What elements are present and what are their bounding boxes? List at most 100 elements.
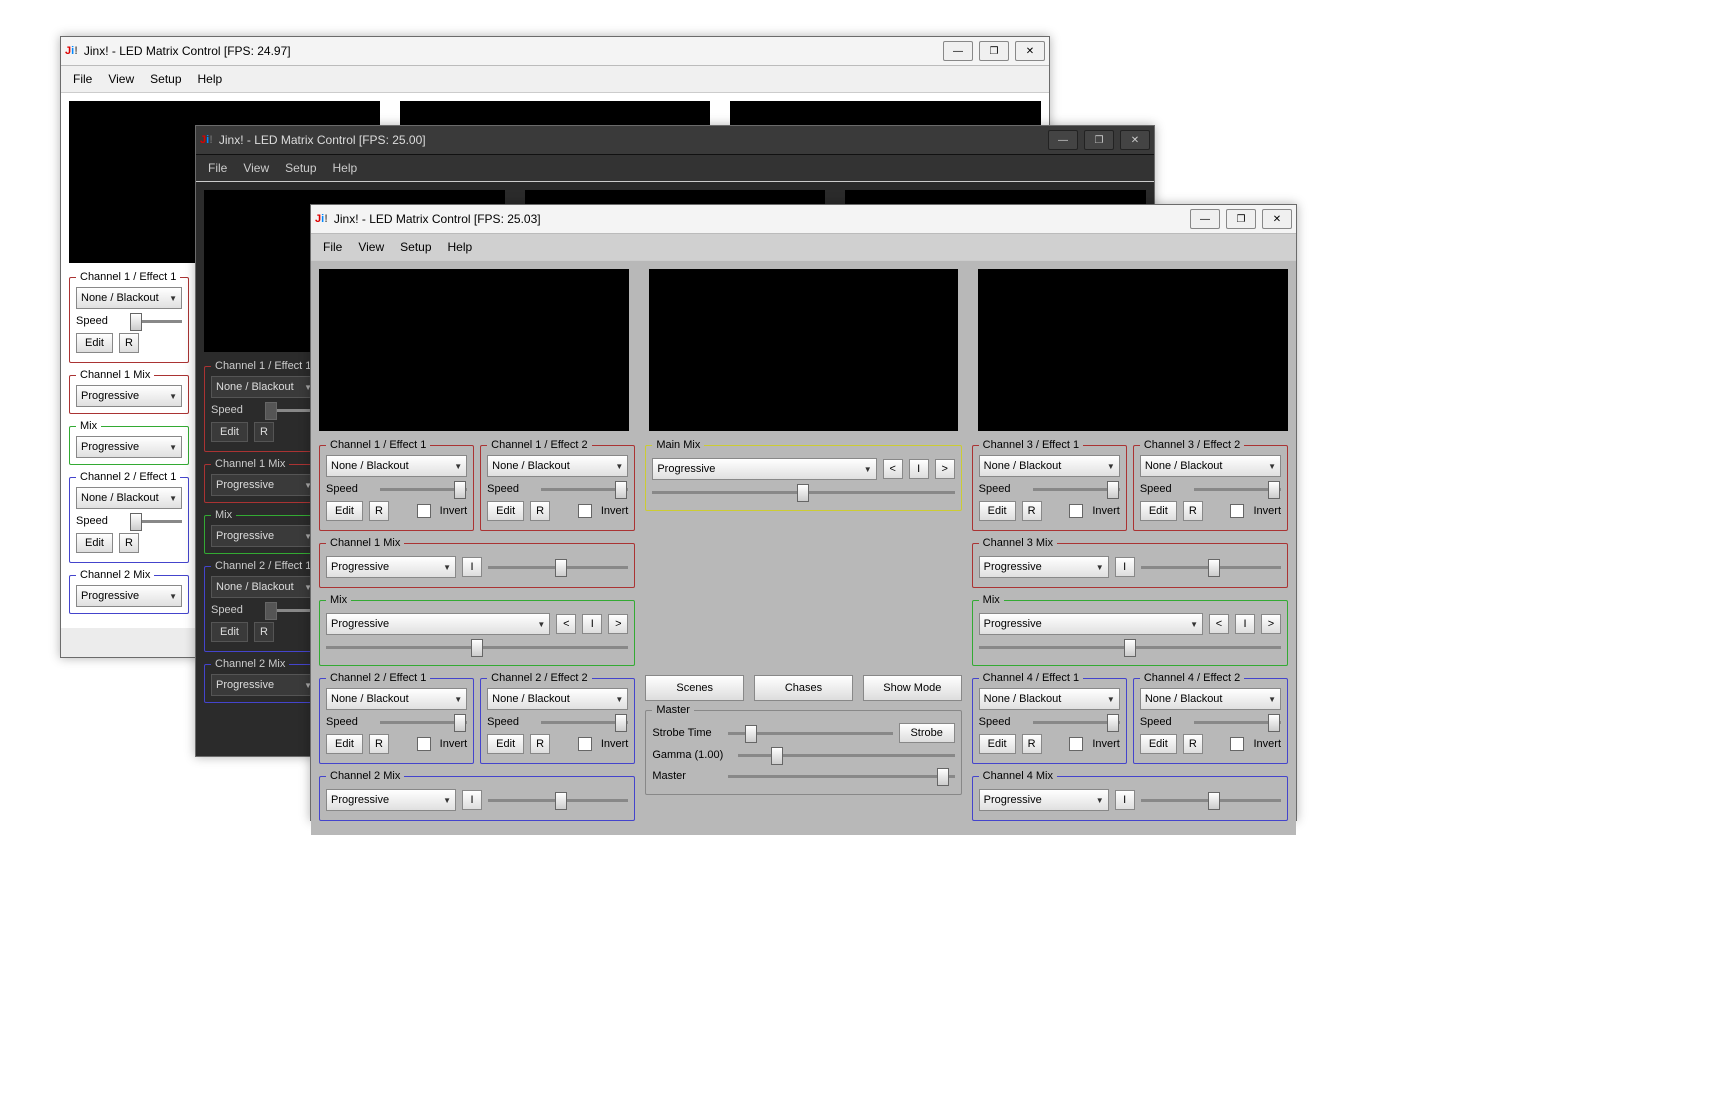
mainmix-select[interactable]: Progressive <box>652 458 876 480</box>
scenes-button[interactable]: Scenes <box>645 675 744 701</box>
c2e1-effect-select[interactable]: None / Blackout <box>211 576 317 598</box>
prev-button[interactable]: < <box>556 614 576 634</box>
c4m-select[interactable]: Progressive <box>979 789 1109 811</box>
mix-right-slider[interactable] <box>979 638 1281 656</box>
c1m-select[interactable]: Progressive <box>326 556 456 578</box>
c2m-select[interactable]: Progressive <box>76 585 182 607</box>
invert-checkbox[interactable] <box>417 737 431 751</box>
c2e2-effect-select[interactable]: None / Blackout <box>487 688 628 710</box>
invert-checkbox[interactable] <box>578 504 592 518</box>
gamma-slider[interactable] <box>738 746 954 764</box>
i-button[interactable]: I <box>462 557 482 577</box>
c2e1-effect-select[interactable]: None / Blackout <box>326 688 467 710</box>
c3e2-speed-slider[interactable] <box>1194 480 1281 498</box>
r-button[interactable]: R <box>1022 734 1042 754</box>
strobetime-slider[interactable] <box>728 724 892 742</box>
minimize-button[interactable]: — <box>943 41 973 61</box>
c1m-slider[interactable] <box>488 558 628 576</box>
speed-slider[interactable] <box>130 312 182 330</box>
menu-view[interactable]: View <box>102 70 140 88</box>
titlebar[interactable]: Ji! Jinx! - LED Matrix Control [FPS: 24.… <box>61 37 1049 66</box>
r-button[interactable]: R <box>530 501 550 521</box>
menu-setup[interactable]: Setup <box>144 70 187 88</box>
c2m-select[interactable]: Progressive <box>211 674 317 696</box>
close-button[interactable]: ✕ <box>1262 209 1292 229</box>
prev-button[interactable]: < <box>1209 614 1229 634</box>
menu-setup[interactable]: Setup <box>279 159 322 177</box>
titlebar[interactable]: Ji! Jinx! - LED Matrix Control [FPS: 25.… <box>311 205 1296 234</box>
next-button[interactable]: > <box>935 459 955 479</box>
c4e2-effect-select[interactable]: None / Blackout <box>1140 688 1281 710</box>
invert-checkbox[interactable] <box>1069 737 1083 751</box>
c2e2-speed-slider[interactable] <box>541 713 628 731</box>
i-button[interactable]: I <box>1115 790 1135 810</box>
edit-button[interactable]: Edit <box>76 533 113 553</box>
c3e2-effect-select[interactable]: None / Blackout <box>1140 455 1281 477</box>
edit-button[interactable]: Edit <box>1140 501 1177 521</box>
c1e1-effect-select[interactable]: None / Blackout <box>326 455 467 477</box>
mix-select[interactable]: Progressive <box>76 436 182 458</box>
c1e1-effect-select[interactable]: None / Blackout <box>211 376 317 398</box>
menu-file[interactable]: File <box>202 159 233 177</box>
r-button[interactable]: R <box>254 622 274 642</box>
menu-help[interactable]: Help <box>442 238 479 256</box>
c1m-select[interactable]: Progressive <box>211 474 317 496</box>
minimize-button[interactable]: — <box>1190 209 1220 229</box>
r-button[interactable]: R <box>1022 501 1042 521</box>
prev-button[interactable]: < <box>883 459 903 479</box>
mainmix-slider[interactable] <box>652 483 954 501</box>
menu-file[interactable]: File <box>317 238 348 256</box>
i-button[interactable]: I <box>582 614 602 634</box>
speed-slider[interactable] <box>130 512 182 530</box>
mix-left-slider[interactable] <box>326 638 628 656</box>
c4e1-effect-select[interactable]: None / Blackout <box>979 688 1120 710</box>
edit-button[interactable]: Edit <box>76 333 113 353</box>
edit-button[interactable]: Edit <box>979 501 1016 521</box>
r-button[interactable]: R <box>119 333 139 353</box>
c3e1-speed-slider[interactable] <box>1033 480 1120 498</box>
r-button[interactable]: R <box>369 501 389 521</box>
r-button[interactable]: R <box>1183 501 1203 521</box>
edit-button[interactable]: Edit <box>487 734 524 754</box>
maximize-button[interactable]: ❐ <box>979 41 1009 61</box>
r-button[interactable]: R <box>530 734 550 754</box>
edit-button[interactable]: Edit <box>487 501 524 521</box>
invert-checkbox[interactable] <box>578 737 592 751</box>
close-button[interactable]: ✕ <box>1120 130 1150 150</box>
c2m-slider[interactable] <box>488 791 628 809</box>
mix-right-select[interactable]: Progressive <box>979 613 1203 635</box>
chases-button[interactable]: Chases <box>754 675 853 701</box>
next-button[interactable]: > <box>1261 614 1281 634</box>
c4e2-speed-slider[interactable] <box>1194 713 1281 731</box>
close-button[interactable]: ✕ <box>1015 41 1045 61</box>
invert-checkbox[interactable] <box>1069 504 1083 518</box>
showmode-button[interactable]: Show Mode <box>863 675 962 701</box>
c1e2-effect-select[interactable]: None / Blackout <box>487 455 628 477</box>
minimize-button[interactable]: — <box>1048 130 1078 150</box>
c3e1-effect-select[interactable]: None / Blackout <box>979 455 1120 477</box>
c2e1-speed-slider[interactable] <box>380 713 467 731</box>
c4e1-speed-slider[interactable] <box>1033 713 1120 731</box>
c1e1-effect-select[interactable]: None / Blackout <box>76 287 182 309</box>
r-button[interactable]: R <box>254 422 274 442</box>
c2m-select[interactable]: Progressive <box>326 789 456 811</box>
menu-view[interactable]: View <box>352 238 390 256</box>
c3m-select[interactable]: Progressive <box>979 556 1109 578</box>
i-button[interactable]: I <box>462 790 482 810</box>
edit-button[interactable]: Edit <box>326 734 363 754</box>
c1m-select[interactable]: Progressive <box>76 385 182 407</box>
invert-checkbox[interactable] <box>417 504 431 518</box>
strobe-button[interactable]: Strobe <box>899 723 955 743</box>
mix-select[interactable]: Progressive <box>211 525 317 547</box>
invert-checkbox[interactable] <box>1230 504 1244 518</box>
menu-help[interactable]: Help <box>192 70 229 88</box>
maximize-button[interactable]: ❐ <box>1084 130 1114 150</box>
i-button[interactable]: I <box>1235 614 1255 634</box>
edit-button[interactable]: Edit <box>979 734 1016 754</box>
master-slider[interactable] <box>728 767 954 785</box>
i-button[interactable]: I <box>909 459 929 479</box>
r-button[interactable]: R <box>369 734 389 754</box>
r-button[interactable]: R <box>119 533 139 553</box>
edit-button[interactable]: Edit <box>326 501 363 521</box>
next-button[interactable]: > <box>608 614 628 634</box>
